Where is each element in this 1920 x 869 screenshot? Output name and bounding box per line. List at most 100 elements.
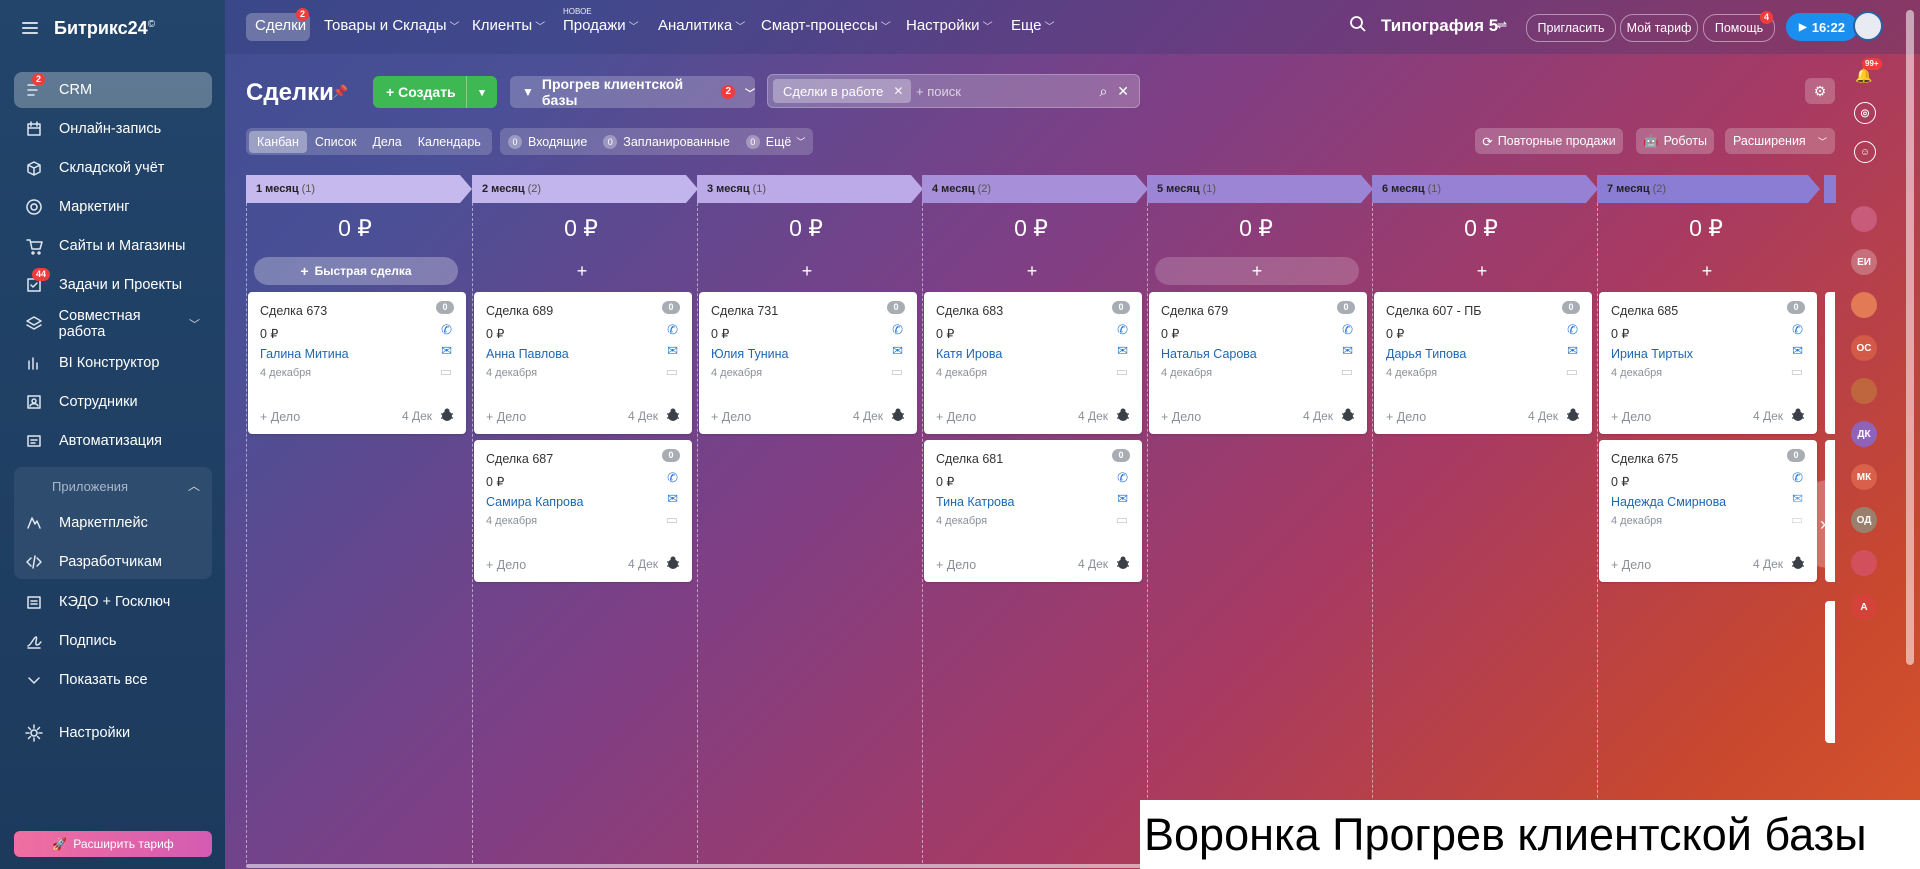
- add-deal-plus-icon[interactable]: +: [480, 257, 684, 285]
- responsible-avatar-icon[interactable]: [1114, 406, 1132, 424]
- responsible-avatar-icon[interactable]: [1339, 406, 1357, 424]
- horizontal-scrollbar[interactable]: [246, 864, 1181, 868]
- filter-chip[interactable]: Сделки в работе ✕: [773, 79, 912, 103]
- comment-icon[interactable]: ▭: [666, 364, 678, 380]
- chat-group-avatar[interactable]: [1851, 378, 1877, 404]
- extensions-button[interactable]: Расширения ﹀: [1725, 128, 1835, 154]
- deal-title[interactable]: Сделка 683: [936, 304, 1003, 318]
- funnel-selector[interactable]: ▼ Прогрев клиентской базы 2 ﹀: [510, 76, 755, 108]
- deal-card[interactable]: Сделка 685 0 0 ₽ Ирина Тиртых 4 декабря ✆ ✉ ▭ + …: [1599, 292, 1817, 434]
- search-icon[interactable]: ⌕: [1100, 83, 1108, 99]
- avatar-os[interactable]: ОС: [1851, 335, 1877, 361]
- stage-header[interactable]: 7 месяц (2): [1597, 175, 1820, 203]
- add-activity-link[interactable]: + Дело: [711, 410, 751, 424]
- email-icon[interactable]: ✉: [1792, 343, 1803, 359]
- stage-header[interactable]: 1 месяц (1): [246, 175, 472, 203]
- chevron-down-icon[interactable]: ﹀: [1818, 135, 1827, 148]
- comment-icon[interactable]: ▭: [1341, 364, 1353, 380]
- chat-icon[interactable]: ☺: [1854, 141, 1876, 163]
- email-icon[interactable]: ✉: [1117, 491, 1128, 507]
- deal-title[interactable]: Сделка 689: [486, 304, 553, 318]
- add-activity-link[interactable]: + Дело: [1611, 410, 1651, 424]
- sidebar-item-задачи-и-проекты[interactable]: 44 Задачи и Проекты: [14, 267, 212, 303]
- deal-contact-link[interactable]: Тина Катрова: [936, 495, 1014, 509]
- deal-card[interactable]: Сделка 607 - ПБ 0 0 ₽ Дарья Типова 4 декабря…: [1374, 292, 1592, 434]
- deal-card[interactable]: Сделка 675 0 0 ₽ Надежда Смирнова 4 декабря ✆…: [1599, 440, 1817, 582]
- vertical-scrollbar[interactable]: [1906, 10, 1914, 665]
- stage-header[interactable]: 6 месяц (1): [1372, 175, 1598, 203]
- sidebar-item-совместная-работа[interactable]: Совместная работа ﹀: [14, 306, 212, 342]
- deal-card[interactable]: Сделка 681 0 0 ₽ Тина Катрова 4 декабря ✆ ✉ ▭ + …: [924, 440, 1142, 582]
- deal-card[interactable]: Сделка 687 0 0 ₽ Самира Капрова 4 декабря ✆ ✉ ▭…: [474, 440, 692, 582]
- comment-icon[interactable]: ▭: [666, 512, 678, 528]
- filter-search-box[interactable]: Сделки в работе ✕ + поиск ⌕ ✕: [767, 74, 1140, 108]
- deal-title[interactable]: Сделка 679: [1161, 304, 1228, 318]
- email-icon[interactable]: ✉: [1342, 343, 1353, 359]
- time-button[interactable]: ▶ 16:22: [1786, 13, 1858, 41]
- deal-contact-link[interactable]: Надежда Смирнова: [1611, 495, 1726, 509]
- tab-activities[interactable]: Дела: [364, 131, 409, 153]
- deal-contact-link[interactable]: Дарья Типова: [1386, 347, 1466, 361]
- responsible-avatar-icon[interactable]: [1789, 406, 1807, 424]
- phone-icon[interactable]: ✆: [1117, 322, 1128, 338]
- phone-icon[interactable]: ✆: [1792, 322, 1803, 338]
- email-icon[interactable]: ✉: [1567, 343, 1578, 359]
- top-nav-3[interactable]: Продажи ﹀: [563, 17, 639, 34]
- sidebar-item-кэдо-+-госключ[interactable]: КЭДО + Госключ: [14, 584, 212, 620]
- sidebar-item-маркетинг[interactable]: Маркетинг: [14, 189, 212, 225]
- phone-icon[interactable]: ✆: [1342, 322, 1353, 338]
- phone-icon[interactable]: ✆: [892, 322, 903, 338]
- email-icon[interactable]: ✉: [1117, 343, 1128, 359]
- phone-icon[interactable]: ✆: [441, 322, 452, 338]
- deal-contact-link[interactable]: Ирина Тиртых: [1611, 347, 1693, 361]
- add-activity-link[interactable]: + Дело: [936, 558, 976, 572]
- add-deal-plus-icon[interactable]: +: [930, 257, 1134, 285]
- sidebar-item-crm[interactable]: 2 CRM: [14, 72, 212, 108]
- sidebar-item-bi-конструктор[interactable]: BI Конструктор: [14, 345, 212, 381]
- stage-header[interactable]: 3 месяц (1): [697, 175, 923, 203]
- sidebar-item-сотрудники[interactable]: Сотрудники: [14, 384, 212, 420]
- chat-group-avatar[interactable]: [1851, 292, 1877, 318]
- counter-planned[interactable]: 0 Запланированные: [603, 134, 730, 149]
- add-deal-plus-icon[interactable]: +: [1605, 257, 1809, 285]
- user-avatar[interactable]: [1853, 11, 1883, 41]
- deal-contact-link[interactable]: Анна Павлова: [486, 347, 569, 361]
- stage-header[interactable]: 4 месяц (2): [922, 175, 1148, 203]
- avatar-ei[interactable]: ЕИ: [1851, 249, 1877, 275]
- clear-icon[interactable]: ✕: [1117, 83, 1129, 99]
- create-button[interactable]: + Создать ▾: [373, 76, 497, 108]
- phone-icon[interactable]: ✆: [667, 322, 678, 338]
- tab-list[interactable]: Список: [307, 131, 365, 153]
- avatar-od[interactable]: ОД: [1851, 507, 1877, 533]
- counter-more[interactable]: 0 Ещё ﹀: [745, 134, 805, 149]
- comment-icon[interactable]: ▭: [440, 364, 452, 380]
- add-activity-link[interactable]: + Дело: [486, 558, 526, 572]
- top-nav-5[interactable]: Смарт-процессы ﹀: [761, 17, 891, 34]
- comment-icon[interactable]: ▭: [891, 364, 903, 380]
- deal-card[interactable]: Сделка 673 0 0 ₽ Галина Митина 4 декабря ✆ ✉ ▭ +…: [248, 292, 466, 434]
- responsible-avatar-icon[interactable]: [1564, 406, 1582, 424]
- chevron-up-icon[interactable]: ︿: [188, 477, 200, 494]
- email-icon[interactable]: ✉: [667, 491, 678, 507]
- deal-card[interactable]: Сделка 731 0 0 ₽ Юлия Тунина 4 декабря ✆ ✉ ▭ + Д…: [699, 292, 917, 434]
- add-activity-link[interactable]: + Дело: [936, 410, 976, 424]
- stage-header[interactable]: 5 месяц (1): [1147, 175, 1373, 203]
- search-icon[interactable]: [1349, 15, 1367, 36]
- logo[interactable]: Битрикс24©: [54, 18, 155, 39]
- top-nav-1[interactable]: Товары и Склады ﹀: [324, 17, 460, 34]
- responsible-avatar-icon[interactable]: [664, 406, 682, 424]
- invite-button[interactable]: Пригласить: [1526, 14, 1616, 42]
- sidebar-item-автоматизация[interactable]: Автоматизация: [14, 423, 212, 459]
- company-settings-icon[interactable]: ⇌: [1497, 18, 1507, 32]
- comment-icon[interactable]: ▭: [1116, 512, 1128, 528]
- phone-icon[interactable]: ✆: [667, 470, 678, 486]
- phone-icon[interactable]: ✆: [1567, 322, 1578, 338]
- responsible-avatar-icon[interactable]: [438, 406, 456, 424]
- bookmark-avatar[interactable]: [1851, 550, 1877, 576]
- phone-icon[interactable]: ✆: [1792, 470, 1803, 486]
- my-tariff-button[interactable]: Мой тариф: [1620, 14, 1698, 42]
- sidebar-item-подпись[interactable]: Подпись: [14, 623, 212, 659]
- repeat-sales-button[interactable]: ⟳ Повторные продажи: [1475, 128, 1623, 154]
- deal-contact-link[interactable]: Самира Капрова: [486, 495, 583, 509]
- responsible-avatar-icon[interactable]: [1114, 554, 1132, 572]
